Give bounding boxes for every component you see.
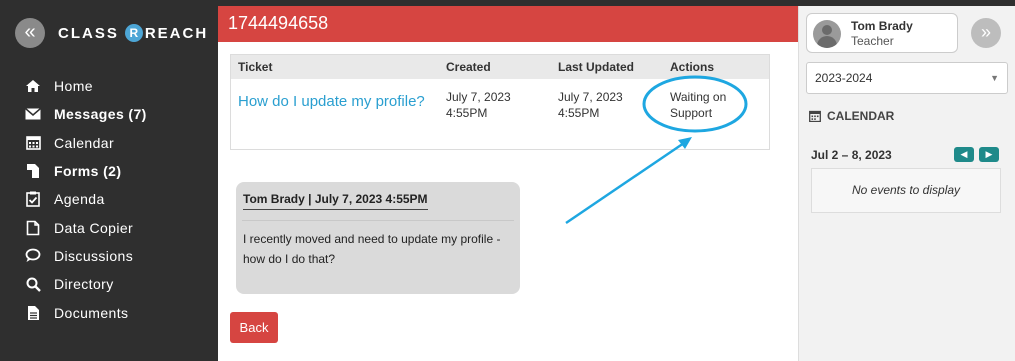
message-header: Tom Brady | July 7, 2023 4:55PM: [243, 192, 428, 210]
user-role: Teacher: [851, 34, 894, 48]
sidebar-item-label: Calendar: [54, 134, 115, 151]
sidebar-item-label: Forms (2): [54, 163, 122, 180]
document-icon: [24, 305, 42, 321]
logo-text-class: CLASS: [58, 24, 119, 42]
column-header-ticket: Ticket: [238, 60, 273, 74]
column-header-created: Created: [446, 60, 491, 74]
message-divider: [242, 220, 514, 221]
message-body: I recently moved and need to update my p…: [242, 229, 514, 269]
sidebar-item-data-copier[interactable]: Data Copier: [0, 213, 218, 241]
sidebar-item-label: Agenda: [54, 191, 105, 208]
message-bubble: Tom Brady | July 7, 2023 4:55PM I recent…: [236, 182, 520, 294]
created-cell: July 7, 2023 4:55PM: [439, 89, 551, 121]
right-panel: Tom Brady Teacher » 2023-2024 ▼ CALENDAR…: [798, 6, 1015, 361]
calendar-heading-label: CALENDAR: [827, 109, 895, 123]
column-header-actions: Actions: [670, 60, 715, 74]
status-line-2: Support: [670, 106, 713, 120]
column-header-last-updated: Last Updated: [558, 60, 635, 74]
sidebar-item-label: Data Copier: [54, 219, 134, 236]
avatar: [813, 20, 841, 48]
message-line-1: I recently moved and need to update my p…: [243, 232, 501, 246]
sidebar-nav: Home Messages (7) Calendar Forms (2) Age…: [0, 72, 218, 327]
table-header-row: Ticket Created Last Updated Actions: [231, 55, 769, 79]
sidebar-item-forms[interactable]: Forms (2): [0, 157, 218, 185]
sidebar-item-discussions[interactable]: Discussions: [0, 242, 218, 270]
calendar-prev-button[interactable]: ◀: [954, 147, 974, 162]
chevron-left-icon: ◀: [960, 149, 968, 159]
updated-time: 4:55PM: [558, 106, 600, 120]
calendar-icon: [24, 135, 42, 151]
table-row: How do I update my profile? July 7, 2023…: [231, 79, 769, 121]
calendar-heading: CALENDAR: [809, 109, 894, 123]
sidebar-item-documents[interactable]: Documents: [0, 298, 218, 326]
sidebar-item-directory[interactable]: Directory: [0, 270, 218, 298]
logo-mark-icon: R: [124, 24, 143, 42]
status-line-1: Waiting on: [670, 90, 727, 104]
envelope-icon: [24, 108, 42, 120]
back-button[interactable]: Back: [230, 312, 278, 343]
caret-down-icon: ▼: [990, 73, 999, 83]
calendar-icon: [809, 110, 821, 122]
sidebar-item-messages[interactable]: Messages (7): [0, 100, 218, 128]
sidebar: « CLASS R REACH Home Messages (7) Calend…: [0, 6, 218, 361]
page-title: 1744494658: [228, 13, 329, 33]
sidebar-item-home[interactable]: Home: [0, 72, 218, 100]
sidebar-item-label: Messages (7): [54, 106, 147, 123]
sidebar-item-agenda[interactable]: Agenda: [0, 185, 218, 213]
logo: CLASS R REACH: [58, 24, 208, 42]
school-year-select[interactable]: 2023-2024 ▼: [806, 62, 1008, 94]
sidebar-item-calendar[interactable]: Calendar: [0, 129, 218, 157]
sidebar-item-label: Directory: [54, 276, 114, 293]
calendar-empty-state: No events to display: [811, 168, 1001, 213]
double-chevron-left-icon: «: [24, 21, 36, 43]
calendar-next-button[interactable]: ▶: [979, 147, 999, 162]
ticket-table: Ticket Created Last Updated Actions How …: [230, 54, 770, 150]
updated-cell: July 7, 2023 4:55PM: [551, 89, 663, 121]
copy-icon: [24, 220, 42, 236]
created-date: July 7, 2023: [446, 90, 511, 104]
logo-text-reach: REACH: [144, 24, 209, 42]
double-chevron-right-icon: »: [980, 22, 991, 42]
school-year-value: 2023-2024: [815, 71, 873, 85]
chevron-right-icon: ▶: [985, 149, 993, 159]
updated-date: July 7, 2023: [558, 90, 623, 104]
sidebar-item-label: Home: [54, 78, 93, 95]
user-name: Tom Brady: [851, 19, 913, 33]
ticket-subject-link[interactable]: How do I update my profile?: [231, 89, 439, 121]
status-cell: Waiting on Support: [663, 89, 763, 121]
forms-icon: [24, 163, 42, 179]
calendar-week-range: Jul 2 – 8, 2023: [811, 148, 892, 162]
main-content: 1744494658 Ticket Created Last Updated A…: [218, 6, 798, 361]
chat-bubble-icon: [24, 248, 42, 263]
home-icon: [24, 79, 42, 93]
sidebar-item-label: Discussions: [54, 247, 134, 264]
search-icon: [24, 277, 42, 292]
message-line-2: how do I do that?: [243, 252, 336, 266]
expand-panel-button[interactable]: »: [971, 18, 1001, 48]
user-card[interactable]: Tom Brady Teacher: [806, 13, 958, 53]
created-time: 4:55PM: [446, 106, 488, 120]
sidebar-item-label: Documents: [54, 304, 129, 321]
ticket-header-bar: 1744494658: [218, 6, 798, 42]
collapse-sidebar-button[interactable]: «: [15, 18, 45, 48]
checklist-icon: [24, 191, 42, 208]
